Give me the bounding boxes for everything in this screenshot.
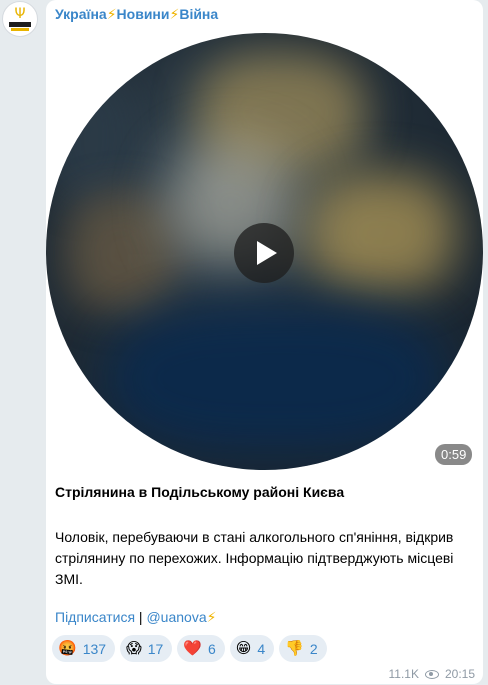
play-button[interactable] (234, 223, 294, 283)
lightning-icon: ⚡ (106, 7, 117, 23)
channel-name-part: Україна (55, 6, 107, 22)
view-count: 11.1K (388, 667, 419, 681)
lightning-icon: ⚡ (169, 7, 180, 23)
play-icon (256, 241, 277, 265)
link-separator: | (135, 609, 147, 625)
channel-name-part: Новини (116, 6, 170, 22)
message-meta: 11.1K 20:15 (389, 667, 476, 681)
grin-face-icon: 😁 (235, 639, 252, 657)
message-bubble: Україна⚡Новини⚡Війна 0:59 Стрілянина в П… (46, 0, 483, 684)
round-video-message[interactable] (46, 33, 483, 470)
message-time: 20:15 (444, 667, 475, 681)
scream-face-icon: 😱 (126, 639, 142, 657)
video-frame-blur (106, 303, 446, 453)
video-frame-blur (306, 173, 456, 293)
logo-bar (9, 22, 31, 27)
video-duration: 0:59 (435, 444, 473, 465)
post-links: Підписатися | @uanova⚡ (55, 609, 216, 626)
heart-icon: ❤️ (183, 639, 202, 657)
channel-handle-link[interactable]: @uanova (146, 609, 206, 625)
reactions-bar: 🤬 137 😱 17 ❤️ 6 😁 4 👎 2 (52, 635, 327, 662)
reaction-scream[interactable]: 😱 17 (120, 635, 173, 662)
eye-icon (424, 669, 439, 679)
reaction-count: 137 (82, 640, 107, 657)
reaction-heart[interactable]: ❤️ 6 (177, 635, 225, 662)
reaction-grin[interactable]: 😁 4 (229, 635, 275, 662)
lightning-icon: ⚡ (206, 610, 217, 626)
channel-name[interactable]: Україна⚡Новини⚡Війна (55, 6, 218, 23)
reaction-angry[interactable]: 🤬 137 (52, 635, 116, 662)
logo-bar-accent (11, 28, 29, 31)
reaction-count: 17 (147, 640, 164, 657)
reaction-thumbs-down[interactable]: 👎 2 (279, 635, 327, 662)
post-title: Стрілянина в Подільському районі Києва (55, 484, 345, 500)
trident-logo-icon: Ψ (14, 6, 26, 22)
reaction-count: 4 (257, 640, 266, 657)
reaction-count: 6 (207, 640, 216, 657)
post-body: Чоловік, перебуваючи в стані алкогольног… (55, 529, 454, 587)
thumbs-down-icon: 👎 (285, 639, 304, 657)
video-frame-blur (46, 73, 136, 203)
channel-name-part: Війна (179, 6, 219, 22)
subscribe-link[interactable]: Підписатися (55, 609, 135, 625)
video-frame-blur (66, 193, 176, 313)
reaction-count: 2 (309, 640, 318, 657)
channel-avatar[interactable]: Ψ (2, 1, 38, 37)
angry-face-icon: 🤬 (58, 639, 77, 657)
